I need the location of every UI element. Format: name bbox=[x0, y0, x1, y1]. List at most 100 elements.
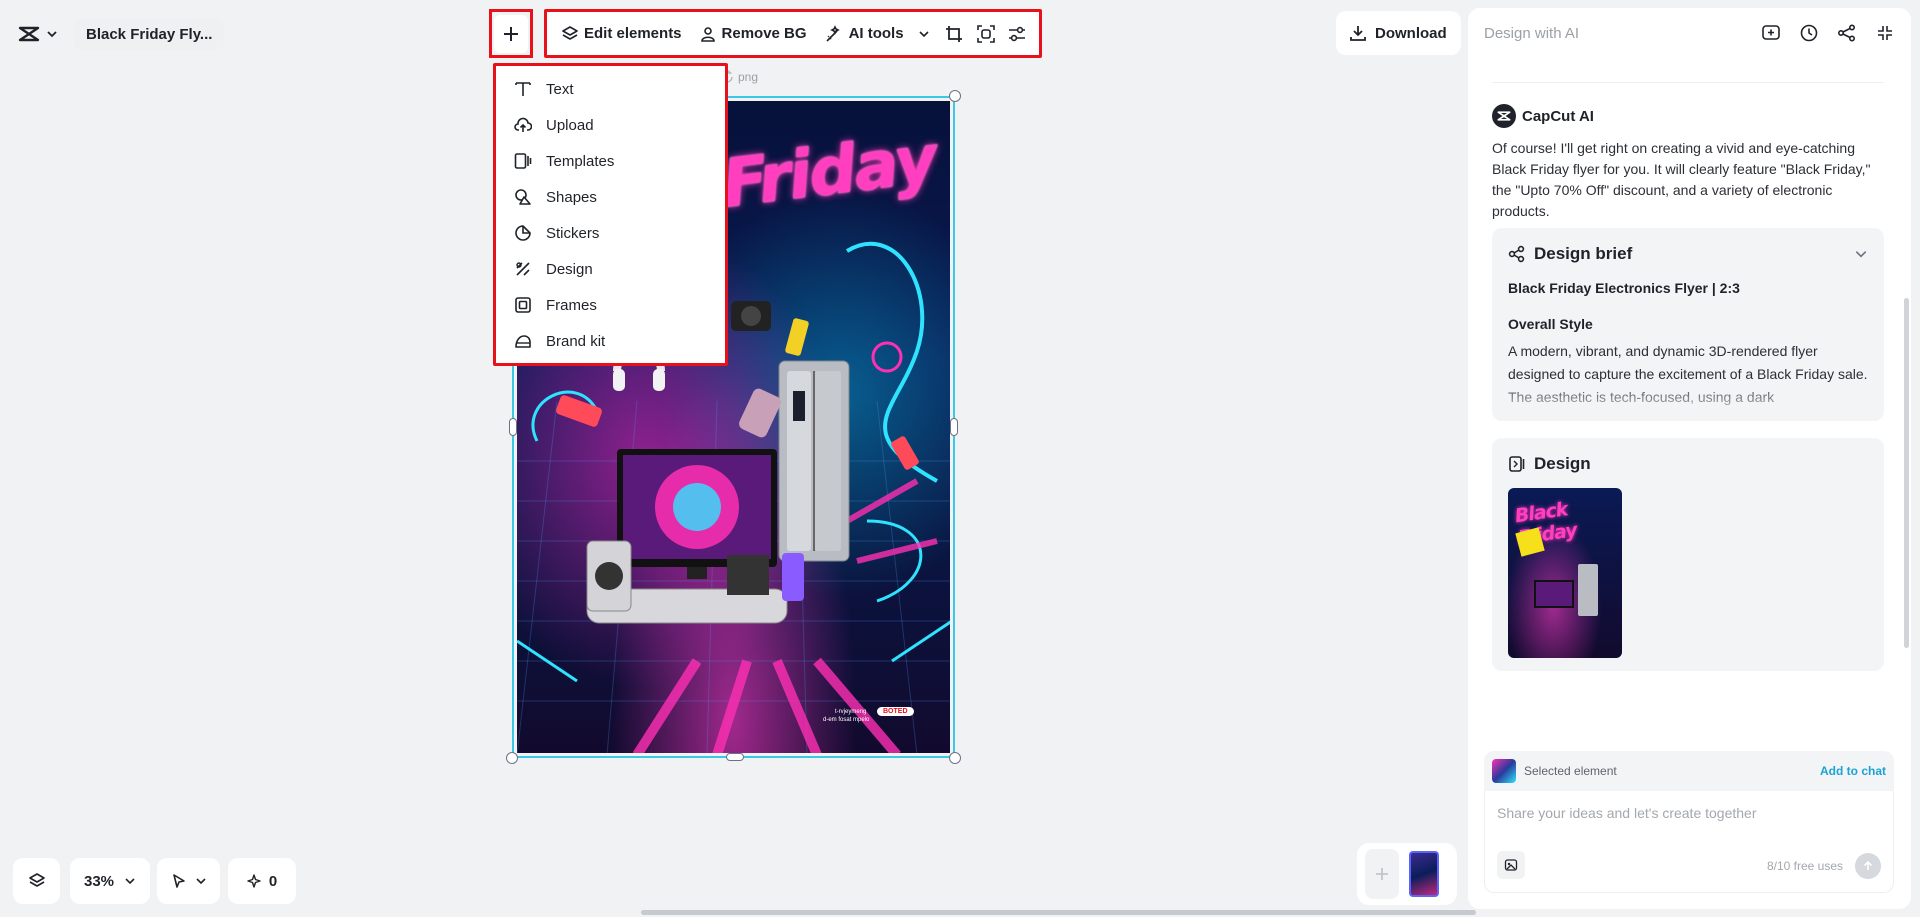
menu-item-templates[interactable]: Templates bbox=[502, 143, 719, 179]
panel-scrollbar[interactable] bbox=[1904, 298, 1909, 648]
ai-panel-title: Design with AI bbox=[1484, 24, 1580, 42]
thumbnail-fridge bbox=[1578, 564, 1598, 616]
element-toolbar: Edit elements Remove BG AI tools bbox=[544, 9, 1042, 58]
capcut-logo-icon bbox=[18, 25, 40, 43]
selected-element-thumbnail bbox=[1492, 759, 1516, 783]
resize-handle-top-right[interactable] bbox=[949, 90, 961, 102]
app-menu-button[interactable] bbox=[12, 18, 64, 50]
menu-item-brand-kit[interactable]: Brand kit bbox=[502, 323, 719, 359]
design-icon bbox=[514, 260, 532, 278]
arrow-up-icon bbox=[1862, 860, 1874, 872]
share-icon[interactable] bbox=[1837, 23, 1857, 43]
chat-composer: 8/10 free uses bbox=[1484, 791, 1894, 893]
menu-item-shapes[interactable]: Shapes bbox=[502, 179, 719, 215]
magic-wand-icon bbox=[825, 24, 843, 43]
ai-panel-header: Design with AI bbox=[1468, 8, 1911, 58]
menu-item-frames[interactable]: Frames bbox=[502, 287, 719, 323]
resize-handle-bottom-right[interactable] bbox=[949, 752, 961, 764]
menu-item-label: Text bbox=[546, 80, 574, 98]
chevron-down-icon[interactable] bbox=[1854, 247, 1868, 261]
selected-element-label: Selected element bbox=[1524, 764, 1617, 778]
shapes-icon bbox=[514, 188, 532, 206]
menu-item-stickers[interactable]: Stickers bbox=[502, 215, 719, 251]
ai-tools-button[interactable]: AI tools bbox=[818, 17, 937, 51]
brief-fade-overlay bbox=[1492, 381, 1884, 421]
design-result-card: Design Black Friday bbox=[1492, 438, 1884, 671]
crop-icon bbox=[945, 25, 963, 43]
assistant-header: CapCut AI bbox=[1492, 104, 1594, 128]
scan-icon bbox=[976, 24, 995, 43]
history-icon[interactable] bbox=[1799, 23, 1819, 43]
add-page-button[interactable] bbox=[1365, 849, 1399, 899]
chevron-down-icon bbox=[195, 875, 207, 887]
credit-count: 0 bbox=[268, 872, 278, 890]
remove-bg-label: Remove BG bbox=[721, 25, 807, 42]
page-thumbnail[interactable] bbox=[1409, 851, 1439, 897]
thumbnail-tv bbox=[1534, 580, 1574, 608]
design-heading: Design bbox=[1534, 454, 1591, 473]
attach-image-button[interactable] bbox=[1497, 851, 1525, 879]
design-brief-heading: Design brief bbox=[1534, 244, 1633, 263]
download-button[interactable]: Download bbox=[1336, 11, 1461, 55]
adjust-button[interactable] bbox=[1004, 17, 1031, 51]
assistant-name: CapCut AI bbox=[1522, 107, 1594, 125]
chat-input[interactable] bbox=[1497, 805, 1877, 821]
design-brief-card[interactable]: Design brief Black Friday Electronics Fl… bbox=[1492, 228, 1884, 421]
brand-kit-icon bbox=[514, 332, 532, 350]
brief-style-heading: Overall Style bbox=[1508, 316, 1593, 332]
layers-icon bbox=[562, 25, 578, 42]
download-icon bbox=[1350, 25, 1366, 41]
send-button[interactable] bbox=[1855, 853, 1881, 879]
ai-credits-button[interactable]: 0 bbox=[228, 858, 296, 904]
new-chat-icon[interactable] bbox=[1761, 23, 1781, 43]
menu-item-label: Templates bbox=[546, 152, 615, 170]
page-strip bbox=[1357, 843, 1457, 905]
plus-icon bbox=[1374, 866, 1390, 882]
menu-item-label: Brand kit bbox=[546, 332, 606, 350]
menu-item-label: Upload bbox=[546, 116, 594, 134]
resize-handle-bottom-left[interactable] bbox=[506, 752, 518, 764]
brief-icon bbox=[1508, 245, 1526, 263]
person-icon bbox=[700, 26, 716, 42]
upload-icon bbox=[514, 116, 532, 134]
pointer-tool-dropdown[interactable] bbox=[157, 858, 220, 904]
design-with-ai-panel: Design with AI CapCut AI Of course! I'll… bbox=[1468, 8, 1911, 909]
add-button-highlight bbox=[489, 9, 533, 58]
menu-item-text[interactable]: Text bbox=[502, 71, 719, 107]
project-title: Black Friday Fly... bbox=[86, 25, 213, 43]
project-title-button[interactable]: Black Friday Fly... bbox=[74, 18, 225, 50]
layers-icon bbox=[28, 872, 46, 890]
menu-item-label: Frames bbox=[546, 296, 597, 314]
panel-divider bbox=[1492, 82, 1884, 83]
resize-handle-right[interactable] bbox=[950, 418, 958, 436]
sparkle-icon bbox=[247, 874, 261, 888]
resize-handle-left[interactable] bbox=[509, 418, 517, 436]
menu-item-design[interactable]: Design bbox=[502, 251, 719, 287]
free-uses-counter: 8/10 free uses bbox=[1766, 859, 1843, 873]
menu-item-label: Design bbox=[546, 260, 593, 278]
menu-item-upload[interactable]: Upload bbox=[502, 107, 719, 143]
zoom-dropdown[interactable]: 33% bbox=[70, 858, 150, 904]
image-add-icon bbox=[1504, 858, 1518, 872]
flyer-footnote-1: t-rvjeymeng bbox=[835, 709, 867, 715]
text-icon bbox=[514, 80, 532, 98]
resize-handle-bottom[interactable] bbox=[726, 753, 744, 761]
sliders-icon bbox=[1008, 25, 1026, 43]
horizontal-scrollbar[interactable] bbox=[641, 910, 1476, 915]
scan-button[interactable] bbox=[972, 17, 999, 51]
remove-bg-button[interactable]: Remove BG bbox=[693, 17, 814, 51]
chevron-down-icon bbox=[124, 875, 136, 887]
flyer-badge: BOTED bbox=[877, 707, 914, 716]
assistant-message: Of course! I'll get right on creating a … bbox=[1492, 140, 1871, 219]
crop-button[interactable] bbox=[941, 17, 968, 51]
add-to-chat-link[interactable]: Add to chat bbox=[1820, 764, 1886, 778]
design-thumbnail[interactable]: Black Friday bbox=[1508, 488, 1622, 658]
capcut-ai-avatar bbox=[1492, 104, 1516, 128]
add-button[interactable] bbox=[494, 14, 528, 53]
design-result-icon bbox=[1508, 455, 1526, 473]
cursor-icon bbox=[171, 873, 187, 889]
layers-button[interactable] bbox=[13, 858, 60, 904]
edit-elements-button[interactable]: Edit elements bbox=[555, 17, 689, 51]
templates-icon bbox=[514, 152, 532, 170]
collapse-icon[interactable] bbox=[1875, 23, 1895, 43]
